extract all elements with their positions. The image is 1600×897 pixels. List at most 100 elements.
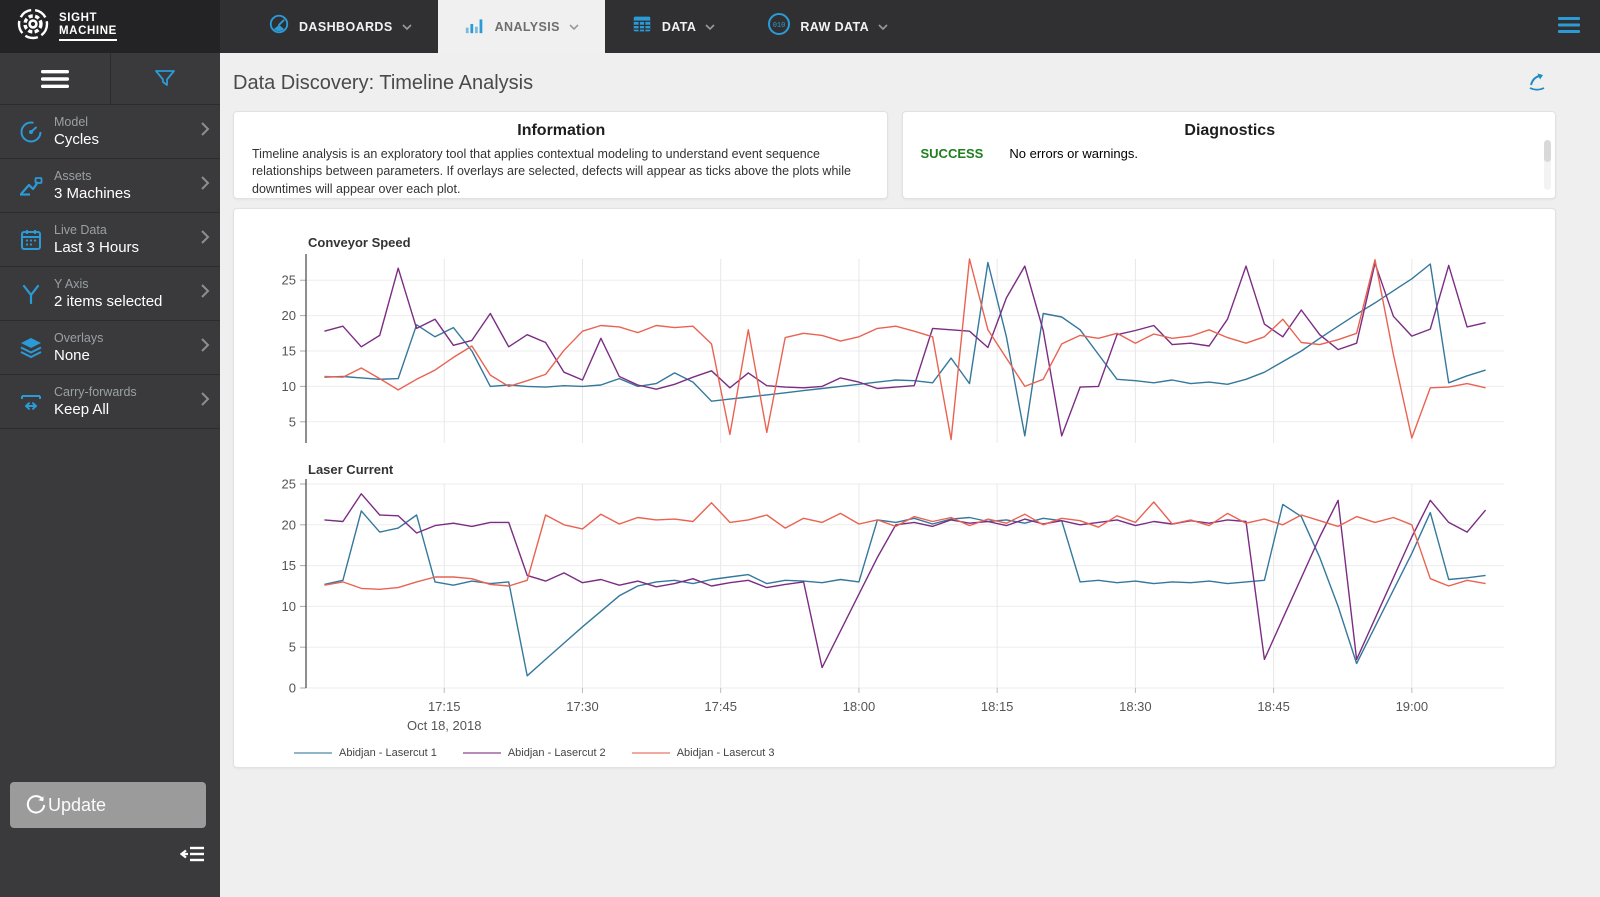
sidebar-item-value: None <box>54 347 90 364</box>
sidebar-item-label: Live Data <box>54 223 107 237</box>
sight-machine-logo[interactable]: SIGHT MACHINE <box>0 0 220 53</box>
conveyor-speed-chart[interactable]: 5 10 15 20 25 <box>242 251 1542 451</box>
svg-text:17:15: 17:15 <box>428 699 461 714</box>
svg-text:5: 5 <box>289 640 296 655</box>
information-panel: Information Timeline analysis is an expl… <box>233 111 888 199</box>
calendar-icon <box>14 227 48 253</box>
sidebar-item-assets[interactable]: Assets 3 Machines <box>0 159 220 213</box>
nav-items: DASHBOARDS ANALYSIS DATA 010 RAW DATA <box>242 0 914 53</box>
nav-item-analysis[interactable]: ANALYSIS <box>437 0 605 53</box>
diagnostics-message: No errors or warnings. <box>1009 146 1138 161</box>
machine-arm-icon <box>14 173 48 199</box>
top-navbar: SIGHT MACHINE DASHBOARDS ANALYSIS DATA 0… <box>0 0 1600 53</box>
sidebar-item-overlays[interactable]: Overlays None <box>0 321 220 375</box>
diagnostics-scrollbar[interactable] <box>1544 140 1551 190</box>
diagnostics-title: Diagnostics <box>1184 122 1276 139</box>
laser-current-block: Laser Current 0 5 10 15 20 25 17:15 17:30 17:45 1… <box>242 462 1547 741</box>
legend-item[interactable]: Abidjan - Lasercut 2 <box>462 747 606 759</box>
svg-text:19:00: 19:00 <box>1396 699 1429 714</box>
svg-text:17:30: 17:30 <box>566 699 599 714</box>
y-axis-icon <box>14 281 48 307</box>
svg-text:10: 10 <box>282 379 296 394</box>
svg-text:17:45: 17:45 <box>704 699 737 714</box>
model-gauge-icon <box>14 119 48 145</box>
chevron-right-icon <box>200 175 210 196</box>
gauge-icon <box>268 13 290 40</box>
legend-label: Abidjan - Lasercut 2 <box>507 747 606 759</box>
chevron-down-icon <box>878 18 888 36</box>
chevron-right-icon <box>200 391 210 412</box>
legend-label: Abidjan - Lasercut 1 <box>339 747 437 759</box>
sidebar-item-value: 3 Machines <box>54 185 131 202</box>
nav-item-data[interactable]: DATA <box>605 0 741 53</box>
nav-menu-icon[interactable] <box>1556 14 1582 41</box>
timeline-chart-card: Conveyor Speed 5 10 15 20 25 Laser Current 0… <box>233 208 1556 768</box>
svg-text:18:45: 18:45 <box>1257 699 1290 714</box>
laser-current-chart[interactable]: 0 5 10 15 20 25 17:15 17:30 17:45 18:00 18:15 18:30… <box>242 477 1542 736</box>
sidebar-item-value: Cycles <box>54 131 100 148</box>
chart-title: Laser Current <box>308 462 394 477</box>
chevron-right-icon <box>200 337 210 358</box>
refresh-icon <box>24 793 48 822</box>
filter-icon[interactable] <box>111 53 221 104</box>
chevron-right-icon <box>200 283 210 304</box>
sidebar-hamburger-icon[interactable] <box>0 53 111 104</box>
main-content: Data Discovery: Timeline Analysis Inform… <box>220 53 1600 897</box>
status-badge: SUCCESS <box>920 146 984 161</box>
sidebar-item-value: Keep All <box>54 401 110 418</box>
svg-text:010: 010 <box>773 22 786 30</box>
svg-text:15: 15 <box>282 344 296 359</box>
svg-text:25: 25 <box>282 273 296 288</box>
sidebar-item-label: Y Axis <box>54 277 89 291</box>
svg-text:5: 5 <box>289 414 296 429</box>
export-icon[interactable] <box>1524 68 1550 99</box>
diagnostics-panel: Diagnostics SUCCESS No errors or warning… <box>901 111 1556 199</box>
legend-line-swatch <box>294 752 332 754</box>
chevron-down-icon <box>705 18 715 36</box>
svg-text:18:00: 18:00 <box>843 699 876 714</box>
logo-text: SIGHT MACHINE <box>59 12 117 42</box>
legend-line-swatch <box>462 752 501 754</box>
legend-label: Abidjan - Lasercut 3 <box>676 747 775 759</box>
svg-text:18:15: 18:15 <box>981 699 1014 714</box>
legend-item[interactable]: Abidjan - Lasercut 1 <box>294 747 437 759</box>
svg-text:Oct 18, 2018: Oct 18, 2018 <box>407 718 481 733</box>
svg-text:10: 10 <box>282 599 296 614</box>
sidebar-item-label: Model <box>54 115 89 129</box>
sidebar-item-carry-forwards[interactable]: Carry-forwards Keep All <box>0 375 220 429</box>
information-body: Timeline analysis is an exploratory tool… <box>252 147 851 196</box>
sidebar-item-value: Last 3 Hours <box>54 239 140 256</box>
chevron-down-icon <box>402 18 412 36</box>
layers-icon <box>14 335 48 361</box>
collapse-sidebar-icon[interactable] <box>179 844 206 869</box>
sidebar-item-label: Carry-forwards <box>54 385 137 399</box>
conveyor-speed-block: Conveyor Speed 5 10 15 20 25 <box>242 235 1547 456</box>
information-title: Information <box>517 122 606 139</box>
bar-chart-icon <box>464 13 486 40</box>
svg-text:15: 15 <box>282 558 296 573</box>
chart-title: Conveyor Speed <box>308 235 411 250</box>
legend-line-swatch <box>631 752 670 754</box>
svg-text:20: 20 <box>282 517 296 532</box>
sidebar: Model Cycles Assets 3 Machines Live Data… <box>0 53 220 897</box>
sidebar-item-live-data[interactable]: Live Data Last 3 Hours <box>0 213 220 267</box>
svg-text:20: 20 <box>282 308 296 323</box>
raw-data-icon: 010 <box>767 12 791 41</box>
legend-item[interactable]: Abidjan - Lasercut 3 <box>631 747 775 759</box>
sidebar-item-value: 2 items selected <box>54 293 163 310</box>
svg-text:18:30: 18:30 <box>1119 699 1152 714</box>
update-button[interactable]: Update <box>10 782 206 828</box>
chevron-right-icon <box>200 121 210 142</box>
nav-item-raw-data[interactable]: 010 RAW DATA <box>741 0 914 53</box>
sidebar-item-y-axis[interactable]: Y Axis 2 items selected <box>0 267 220 321</box>
svg-text:25: 25 <box>282 478 296 492</box>
gear-logo-icon <box>16 7 50 46</box>
page-title: Data Discovery: Timeline Analysis <box>233 71 534 94</box>
chevron-right-icon <box>200 229 210 250</box>
nav-item-dashboards[interactable]: DASHBOARDS <box>242 0 438 53</box>
sidebar-item-label: Overlays <box>54 331 104 345</box>
carry-forward-icon <box>14 389 48 415</box>
sidebar-item-model[interactable]: Model Cycles <box>0 105 220 159</box>
table-icon <box>631 13 653 40</box>
chart-legend: Abidjan - Lasercut 1 Abidjan - Lasercut 2… <box>294 747 1547 759</box>
